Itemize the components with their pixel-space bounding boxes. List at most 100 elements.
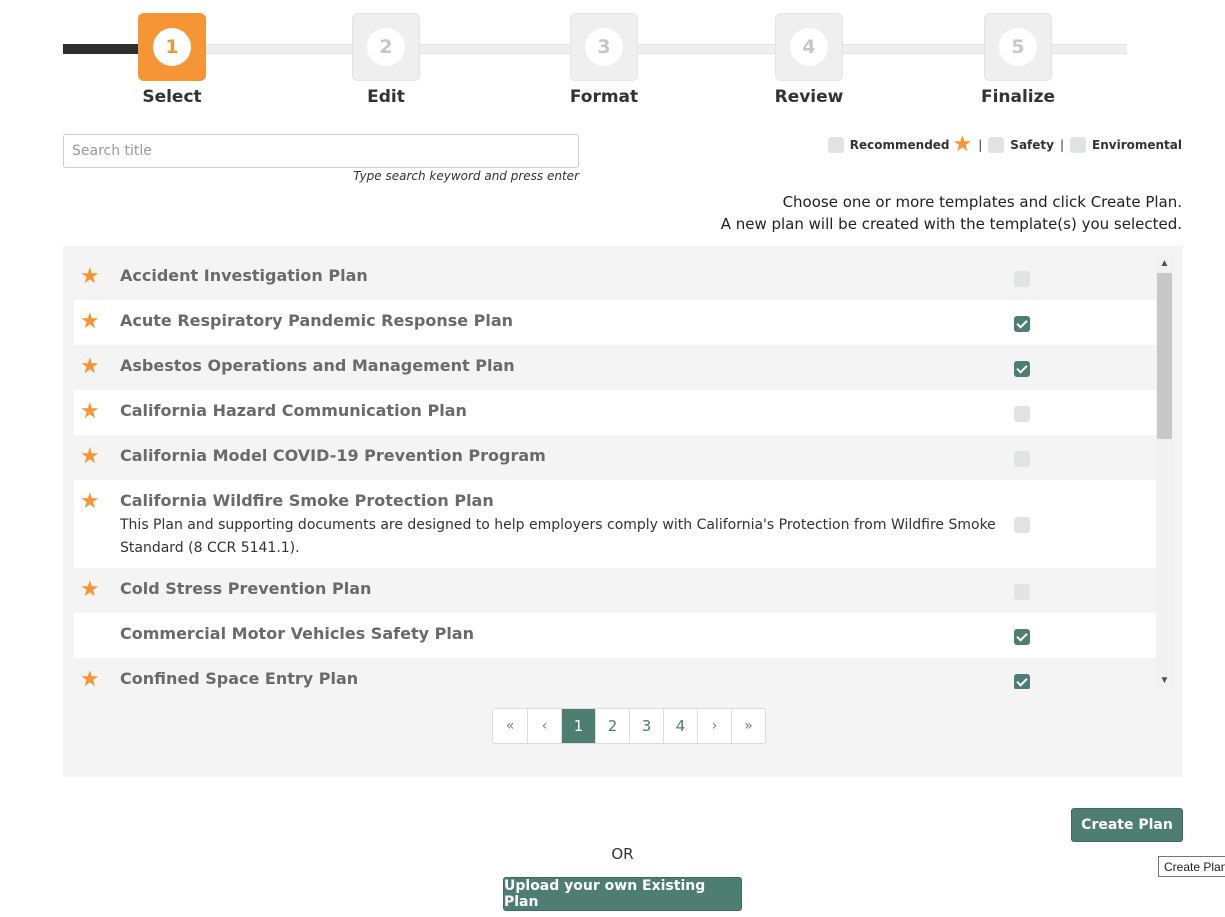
step-format-box: 3 [570, 13, 638, 81]
template-title[interactable]: California Wildfire Smoke Protection Pla… [120, 491, 1010, 511]
pagination: « ‹ 1 2 3 4 › » [492, 708, 766, 744]
template-select-checkbox[interactable] [1014, 450, 1030, 467]
page-prev-button[interactable]: ‹ [527, 709, 561, 743]
legend-separator: | [1059, 138, 1065, 152]
step-number: 4 [790, 28, 828, 66]
recommended-star-icon: ★ [80, 263, 100, 288]
page-next-button[interactable]: › [697, 709, 731, 743]
template-title[interactable]: California Model COVID-19 Prevention Pro… [120, 446, 1010, 466]
recommended-star-icon: ★ [80, 308, 100, 333]
step-review[interactable]: 4 Review [739, 13, 879, 107]
template-title[interactable]: Cold Stress Prevention Plan [120, 579, 1010, 599]
create-plan-tooltip: Create Plan [1158, 856, 1225, 877]
recommended-star-icon: ★ [80, 576, 100, 601]
legend-separator: | [978, 138, 983, 152]
template-select-checkbox[interactable] [1014, 517, 1030, 533]
safety-filter-checkbox[interactable] [988, 137, 1005, 153]
template-select-checkbox[interactable] [1014, 270, 1030, 287]
template-title[interactable]: Accident Investigation Plan [120, 266, 1010, 286]
template-row[interactable]: ★ Confined Space Entry Plan [74, 658, 1156, 689]
scroll-thumb[interactable] [1157, 273, 1172, 439]
legend-environmental-label: Enviromental [1092, 138, 1182, 152]
template-select-checkbox[interactable] [1014, 673, 1030, 689]
step-select-box: 1 [138, 13, 206, 81]
step-review-box: 4 [775, 13, 843, 81]
recommended-star-icon: ★ [80, 443, 100, 468]
template-title[interactable]: Acute Respiratory Pandemic Response Plan [120, 311, 1010, 331]
step-finalize-box: 5 [984, 13, 1052, 81]
step-label: Review [774, 87, 844, 107]
step-label: Select [142, 87, 202, 107]
page-3-button[interactable]: 3 [629, 709, 663, 743]
search-title-input[interactable] [63, 134, 579, 168]
recommended-filter-checkbox[interactable] [827, 137, 844, 153]
legend-safety-label: Safety [1010, 138, 1054, 152]
template-row[interactable]: ★ California Hazard Communication Plan [74, 390, 1156, 435]
template-row-body: California Wildfire Smoke Protection Pla… [120, 491, 1010, 568]
template-row[interactable]: ★ Accident Investigation Plan [74, 255, 1156, 300]
scroll-up-arrow-icon[interactable]: ▲ [1156, 255, 1173, 272]
template-select-checkbox[interactable] [1014, 583, 1030, 600]
template-title[interactable]: Confined Space Entry Plan [120, 669, 1010, 689]
template-select-checkbox[interactable] [1014, 360, 1030, 377]
search-hint: Type search keyword and press enter [353, 169, 579, 183]
page-first-button[interactable]: « [493, 709, 527, 743]
page-2-button[interactable]: 2 [595, 709, 629, 743]
template-row[interactable]: ★ California Model COVID-19 Prevention Pr… [74, 435, 1156, 480]
template-select-checkbox[interactable] [1014, 628, 1030, 645]
template-title[interactable]: Commercial Motor Vehicles Safety Plan [120, 624, 1010, 644]
wizard-stepper: 1 Select 2 Edit 3 Format 4 Review 5 Fina… [0, 0, 1225, 115]
recommended-star-icon: ★ [80, 398, 100, 423]
template-select-checkbox[interactable] [1014, 405, 1030, 422]
template-row-body: Accident Investigation Plan [120, 266, 1010, 286]
template-row-body: Commercial Motor Vehicles Safety Plan [120, 624, 1010, 644]
or-divider-text: OR [611, 845, 634, 863]
instructions-line-1: Choose one or more templates and click C… [782, 193, 1182, 211]
step-label: Format [569, 87, 639, 107]
template-row-body: Confined Space Entry Plan [120, 669, 1010, 689]
step-edit[interactable]: 2 Edit [316, 13, 456, 107]
step-label: Finalize [980, 87, 1056, 107]
recommended-star-icon: ★ [80, 666, 100, 690]
legend-recommended-label: Recommended [849, 138, 950, 152]
template-row[interactable]: ★ Cold Stress Prevention Plan [74, 568, 1156, 613]
template-list-panel: ★ Accident Investigation Plan ★ Acute Respi… [63, 246, 1183, 777]
list-scrollbar[interactable]: ▲ ▼ [1156, 255, 1173, 689]
step-number: 3 [585, 28, 623, 66]
template-row-body: Asbestos Operations and Management Plan [120, 356, 1010, 376]
page-last-button[interactable]: » [731, 709, 765, 743]
template-row-body: California Hazard Communication Plan [120, 401, 1010, 421]
template-description: This Plan and supporting documents are d… [120, 517, 996, 556]
step-edit-box: 2 [352, 13, 420, 81]
step-number: 1 [153, 28, 191, 66]
template-row-body: California Model COVID-19 Prevention Pro… [120, 446, 1010, 466]
upload-existing-plan-button[interactable]: Upload your own Existing Plan [503, 877, 742, 911]
template-title[interactable]: California Hazard Communication Plan [120, 401, 1010, 421]
recommended-star-icon: ★ [80, 353, 100, 378]
step-label: Edit [367, 87, 405, 107]
create-plan-button[interactable]: Create Plan [1071, 808, 1183, 842]
step-finalize[interactable]: 5 Finalize [948, 13, 1088, 107]
template-title[interactable]: Asbestos Operations and Management Plan [120, 356, 1010, 376]
step-format[interactable]: 3 Format [534, 13, 674, 107]
recommended-star-icon: ★ [80, 488, 100, 513]
environmental-filter-checkbox[interactable] [1070, 137, 1087, 153]
page-4-button[interactable]: 4 [663, 709, 697, 743]
step-select[interactable]: 1 Select [102, 13, 242, 107]
step-number: 2 [367, 28, 405, 66]
template-row-body: Cold Stress Prevention Plan [120, 579, 1010, 599]
template-list[interactable]: ★ Accident Investigation Plan ★ Acute Respi… [74, 255, 1156, 689]
star-icon: ★ [952, 132, 973, 157]
legend: Recommended ★ | Safety | Enviromental [827, 132, 1182, 157]
template-row-body: Acute Respiratory Pandemic Response Plan [120, 311, 1010, 331]
template-row[interactable]: ★ Asbestos Operations and Management Plan [74, 345, 1156, 390]
template-row[interactable]: ★ California Wildfire Smoke Protection Pl… [74, 480, 1156, 568]
step-number: 5 [999, 28, 1037, 66]
page-1-button[interactable]: 1 [561, 709, 595, 743]
scroll-down-arrow-icon[interactable]: ▼ [1156, 672, 1173, 689]
template-row[interactable]: ★ Acute Respiratory Pandemic Response Pla… [74, 300, 1156, 345]
template-row[interactable]: Commercial Motor Vehicles Safety Plan [74, 613, 1156, 658]
instructions: Choose one or more templates and click C… [721, 191, 1182, 235]
template-select-checkbox[interactable] [1014, 315, 1030, 332]
instructions-line-2: A new plan will be created with the temp… [720, 215, 1182, 233]
